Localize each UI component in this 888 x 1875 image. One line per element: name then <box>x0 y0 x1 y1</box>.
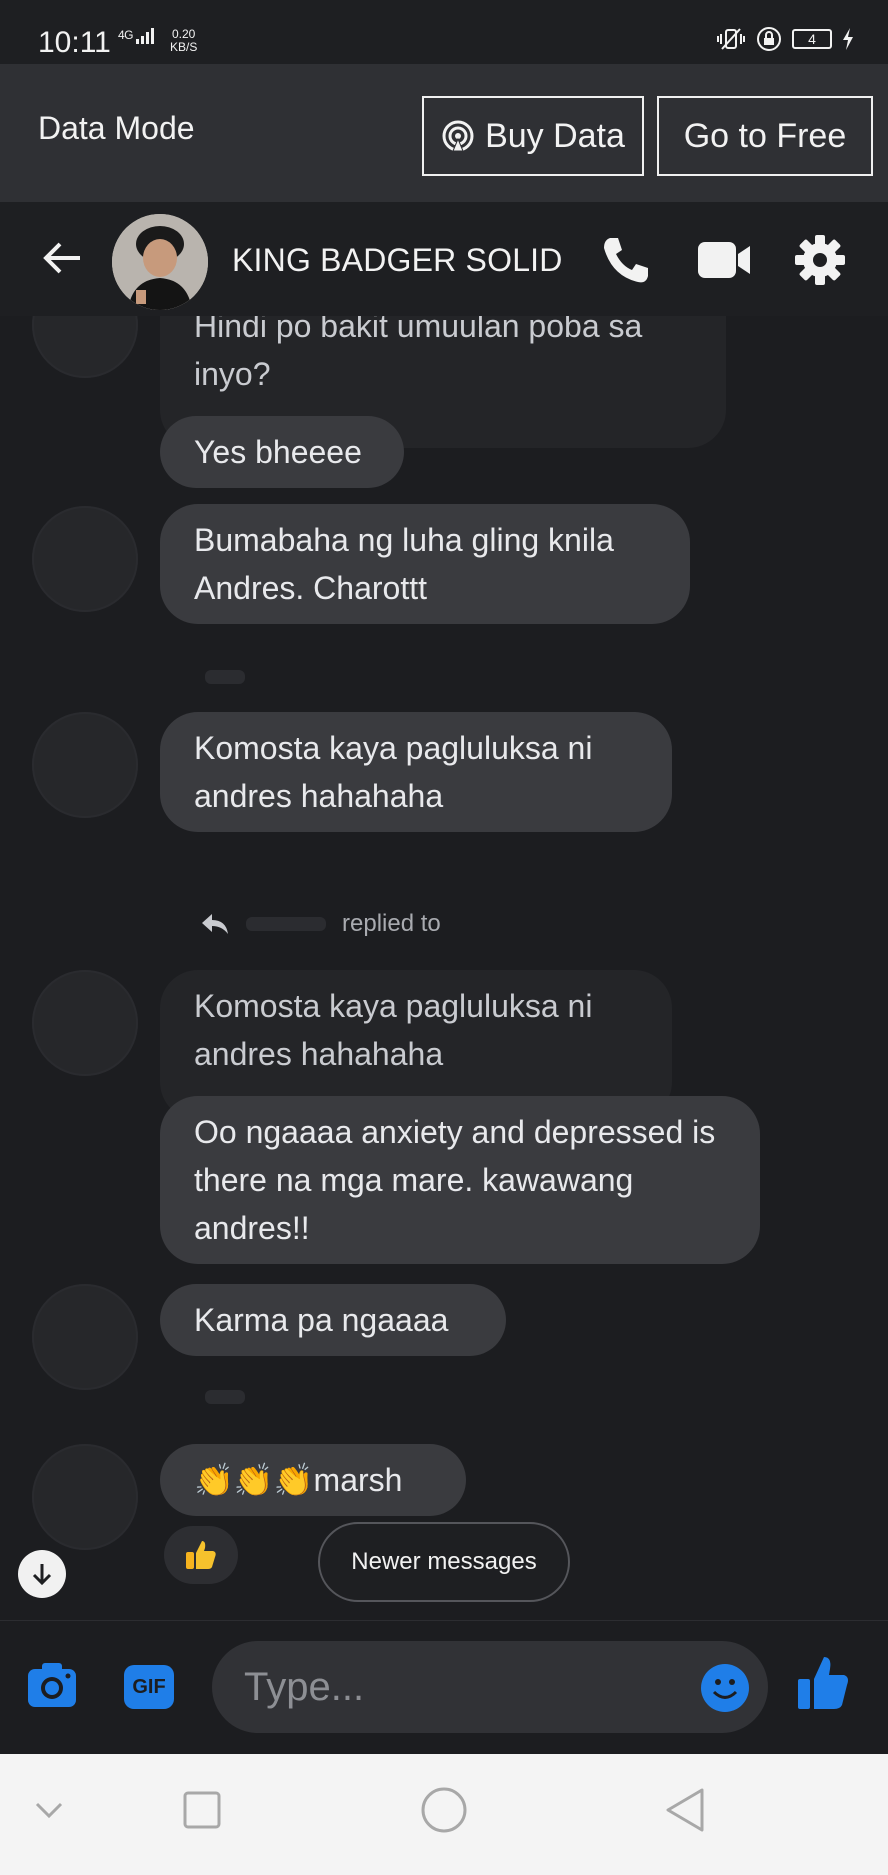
reply-text: replied to <box>342 910 441 937</box>
gif-label: GIF <box>132 1675 166 1698</box>
home-icon[interactable] <box>420 1786 468 1834</box>
network-type: 4G <box>118 28 134 43</box>
back-arrow-icon[interactable] <box>40 236 84 280</box>
camera-icon[interactable] <box>26 1661 78 1709</box>
video-call-icon[interactable] <box>696 234 754 286</box>
system-nav-bar <box>0 1754 888 1875</box>
message-input[interactable] <box>242 1663 666 1711</box>
gif-button[interactable]: GIF <box>124 1665 174 1709</box>
speed-value: 0.20 <box>172 27 196 41</box>
status-bar: 10:11 4G 0.20 KB/S 4 <box>0 0 888 64</box>
sender-avatar <box>32 970 138 1076</box>
broadcast-icon <box>442 120 474 152</box>
recent-apps-icon[interactable] <box>182 1790 222 1830</box>
composer-bar: GIF <box>0 1620 888 1755</box>
sender-name-faint <box>205 668 245 689</box>
message-list[interactable]: Hindi po bakit umuulan poba sa inyo? Yes… <box>0 316 888 1620</box>
chevron-down-icon[interactable] <box>34 1800 64 1820</box>
message-bubble[interactable]: 👏👏👏marsh <box>160 1444 466 1516</box>
chat-header: KING BADGER SOLID <box>0 202 888 317</box>
message-bubble[interactable]: Yes bheeee <box>160 416 404 488</box>
data-mode-title: Data Mode <box>38 110 195 146</box>
network-speed: 0.20 KB/S <box>170 28 197 54</box>
signal-icon <box>135 28 154 44</box>
status-time: 10:11 <box>38 26 111 59</box>
contact-name[interactable]: KING BADGER SOLID <box>232 242 563 279</box>
avatar-image <box>112 214 208 310</box>
battery-level: 4 <box>808 31 816 47</box>
message-bubble[interactable]: Oo ngaaaa anxiety and depressed is there… <box>160 1096 760 1264</box>
network-indicator: 4G <box>118 28 158 44</box>
scroll-down-button[interactable] <box>18 1550 66 1598</box>
sender-name-faint <box>205 1388 245 1409</box>
sender-avatar <box>32 316 138 378</box>
vibrate-icon <box>717 28 745 50</box>
like-reaction[interactable] <box>164 1526 238 1584</box>
reply-indicator: replied to <box>200 910 441 938</box>
message-text: marsh <box>313 1462 403 1498</box>
sender-avatar <box>32 712 138 818</box>
back-triangle-icon[interactable] <box>664 1786 706 1834</box>
message-bubble[interactable]: Bumabaha ng luha gling knila Andres. Cha… <box>160 504 690 624</box>
newer-messages-button[interactable]: Newer messages <box>318 1522 570 1602</box>
message-bubble[interactable]: Komosta kaya pagluluksa ni andres hahaha… <box>160 712 672 832</box>
sender-avatar <box>32 1284 138 1390</box>
thumbs-up-emoji-icon <box>186 1541 216 1569</box>
message-bubble[interactable]: Hindi po bakit umuulan poba sa inyo? <box>160 316 726 410</box>
battery-icon: 4 <box>792 29 832 49</box>
buy-data-button[interactable]: Buy Data <box>422 96 644 176</box>
like-send-icon[interactable] <box>796 1655 850 1711</box>
sender-avatar <box>32 1444 138 1550</box>
contact-avatar[interactable] <box>112 214 208 310</box>
message-input-container[interactable] <box>212 1641 768 1733</box>
status-right: 4 <box>716 26 854 52</box>
lock-rotation-icon <box>757 27 781 51</box>
clapping-emoji: 👏👏👏 <box>194 1462 314 1498</box>
message-bubble[interactable]: Karma pa ngaaaa <box>160 1284 506 1356</box>
speed-unit: KB/S <box>170 40 198 54</box>
phone-icon[interactable] <box>600 234 652 286</box>
data-mode-bar: Data Mode Buy Data Go to Free <box>0 64 888 202</box>
reply-arrow-icon <box>202 914 228 934</box>
buy-data-label: Buy Data <box>485 116 625 155</box>
settings-gear-icon[interactable] <box>794 234 846 286</box>
arrow-down-icon <box>32 1564 52 1586</box>
go-to-free-label: Go to Free <box>683 116 847 155</box>
go-to-free-button[interactable]: Go to Free <box>657 96 873 176</box>
emoji-icon[interactable] <box>700 1663 750 1713</box>
charging-icon <box>843 28 853 50</box>
sender-avatar <box>32 506 138 612</box>
blurred-name <box>246 917 326 931</box>
